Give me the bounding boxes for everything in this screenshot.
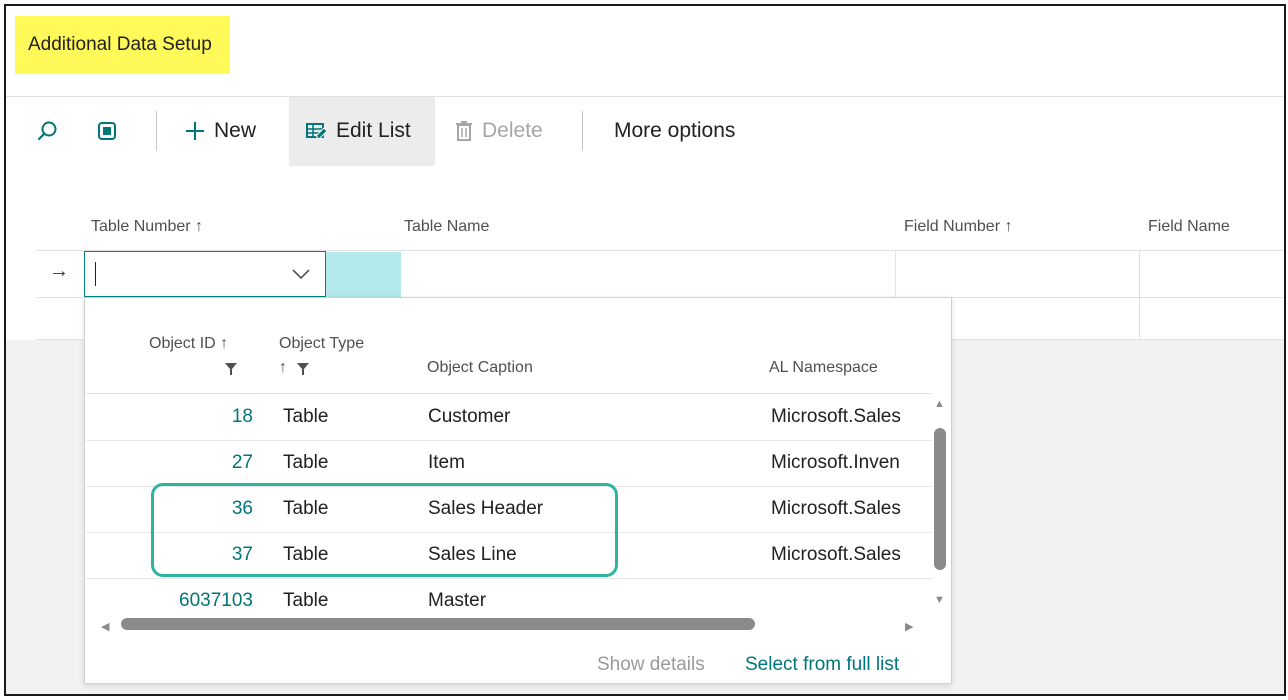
scroll-right-arrow-icon[interactable]: ▶ [905,620,913,633]
column-header-table-name[interactable]: Table Name [404,218,489,236]
vertical-scrollbar-thumb[interactable] [934,428,946,570]
lookup-dropdown: Object ID ↑ Object Type ↑ Object Caption… [84,297,952,684]
edit-list-icon [305,120,329,142]
trash-icon [454,120,474,142]
object-id-cell: 18 [231,406,253,427]
table-number-input[interactable] [84,251,326,297]
delete-button[interactable]: Delete [454,96,564,166]
filter-icon[interactable] [297,362,309,380]
dropdown-header-al-namespace[interactable]: AL Namespace [769,358,878,378]
horizontal-scrollbar-thumb[interactable] [121,618,755,630]
toolbar-divider [582,111,583,151]
more-options-button[interactable]: More options [614,96,764,166]
scroll-up-arrow-icon[interactable]: ▲ [934,398,945,410]
column-header-table-number[interactable]: Table Number ↑ [91,218,203,236]
page-title: Additional Data Setup [15,16,230,74]
dropdown-header-object-caption[interactable]: Object Caption [427,358,533,378]
page-frame: Additional Data Setup New Edit List Dele… [4,4,1286,696]
select-from-full-list-link[interactable]: Select from full list [745,654,899,676]
al-namespace-cell: Microsoft.Inven [771,452,900,473]
column-divider [1139,251,1140,339]
al-namespace-cell: Microsoft.Sales [771,406,901,427]
new-button-label: New [214,119,257,142]
al-namespace-cell: Microsoft.Sales [771,544,901,565]
new-button[interactable]: New [178,96,278,166]
al-namespace-cell: Microsoft.Sales [771,498,901,519]
layout-button[interactable] [96,96,132,166]
chevron-down-icon[interactable] [291,267,311,286]
toolbar-top-border [6,96,1284,97]
edit-list-button[interactable]: Edit List [289,96,435,166]
object-type-cell: Table [283,452,329,473]
sort-arrow-icon: ↑ [279,359,287,376]
object-id-cell: 6037103 [179,590,253,611]
scroll-left-arrow-icon[interactable]: ◀ [101,620,109,633]
layout-icon [96,120,118,142]
action-toolbar: New Edit List Delete More options [6,96,1284,166]
search-icon [36,120,58,142]
object-caption-cell: Customer [428,406,511,427]
plus-icon [184,120,206,142]
more-options-label: More options [614,119,736,142]
annotation-highlight-box [151,483,618,577]
dropdown-row[interactable]: 27 Table Item Microsoft.Inven [85,440,931,486]
toolbar-divider [156,111,157,151]
delete-label: Delete [482,119,543,142]
object-type-cell: Table [283,406,329,427]
object-caption-cell: Master [428,590,487,611]
text-caret [95,262,96,286]
dropdown-row[interactable]: 18 Table Customer Microsoft.Sales [85,394,931,440]
show-details-link: Show details [597,654,705,675]
filter-icon[interactable] [225,362,237,380]
column-header-field-name[interactable]: Field Name [1148,218,1230,236]
search-button[interactable] [36,96,72,166]
column-header-field-number[interactable]: Field Number ↑ [904,218,1012,236]
scroll-down-arrow-icon[interactable]: ▼ [934,594,945,606]
current-row-arrow-icon: → [49,260,69,282]
object-type-cell: Table [283,590,329,611]
dropdown-header-object-id[interactable]: Object ID ↑ [149,334,228,354]
selected-cell-highlight [326,252,401,297]
dropdown-header-object-type[interactable]: Object Type [279,334,364,354]
edit-list-label: Edit List [336,119,411,142]
object-id-cell: 27 [231,452,253,473]
object-caption-cell: Item [428,452,465,473]
